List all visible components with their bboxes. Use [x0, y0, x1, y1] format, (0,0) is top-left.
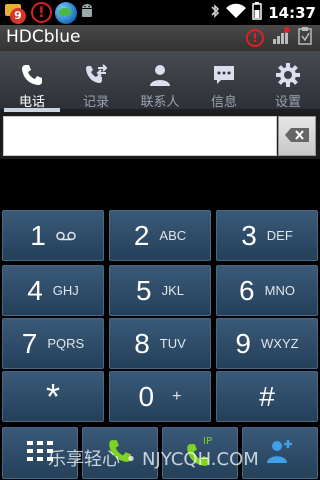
add-contact-icon: [266, 438, 294, 468]
bottom-action-bar: IP: [0, 425, 320, 480]
tab-label: 联系人: [140, 95, 180, 110]
phone-icon: [20, 63, 44, 87]
clock: 14:37: [268, 3, 316, 22]
key-digit: 6: [239, 274, 255, 306]
tab-label: 信息: [210, 95, 237, 110]
keypad: 1 2 ABC 3 DEF 4 GHJ 5 JKL 6 MNO 7 PQRS 8…: [0, 208, 320, 426]
key-digit: #: [259, 380, 275, 412]
key-2[interactable]: 2 ABC: [109, 210, 211, 261]
key-letters: WXYZ: [261, 336, 299, 351]
key-letters: JKL: [161, 283, 184, 298]
call-icon: [107, 438, 133, 468]
key-letters: ABC: [159, 228, 187, 243]
add-contact-button[interactable]: [242, 427, 318, 479]
gear-icon: [276, 63, 300, 87]
tab-settings[interactable]: 设置: [256, 51, 320, 110]
tab-bar: 电话 记录 联系人 信息 设置: [0, 51, 320, 112]
key-3[interactable]: 3 DEF: [216, 210, 318, 261]
tab-label: 电话: [18, 95, 45, 110]
globe-icon: [55, 1, 77, 24]
key-letters: GHJ: [52, 283, 79, 298]
key-5[interactable]: 5 JKL: [109, 265, 211, 316]
contact-icon: [148, 63, 172, 87]
number-input[interactable]: [3, 116, 277, 156]
key-digit: 0: [138, 380, 155, 412]
wifi-icon: [226, 3, 247, 23]
tab-messages[interactable]: 信息: [192, 51, 256, 110]
key-letters: TUV: [159, 336, 186, 351]
number-display-bar: [0, 112, 320, 159]
voicemail-icon: [56, 226, 76, 245]
key-star[interactable]: *: [2, 371, 104, 422]
ip-call-button[interactable]: IP: [162, 427, 238, 479]
key-digit: 3: [241, 219, 257, 251]
status-bar-right: 14:37: [210, 0, 316, 25]
signal-icon: [272, 27, 290, 49]
key-digit: 8: [134, 327, 150, 359]
battery-icon: [252, 1, 262, 24]
app-title: HDCblue: [6, 27, 81, 47]
key-hash[interactable]: #: [216, 371, 318, 422]
key-9[interactable]: 9 WXYZ: [216, 318, 318, 369]
key-digit: 1: [30, 219, 46, 251]
key-6[interactable]: 6 MNO: [216, 265, 318, 316]
key-digit: 4: [27, 274, 43, 306]
call-button[interactable]: [82, 427, 158, 479]
dialpad-icon: [27, 441, 53, 465]
ip-label: IP: [203, 436, 212, 447]
key-digit: 9: [235, 327, 251, 359]
title-bar: HDCblue !: [0, 25, 320, 51]
clipboard-icon: [298, 27, 312, 49]
alert-icon: !: [31, 2, 52, 23]
key-letters: MNO: [264, 283, 295, 298]
android-icon: [80, 3, 94, 23]
backspace-icon: [285, 127, 309, 146]
bluetooth-icon: [210, 3, 220, 23]
status-bar-left: 9 !: [4, 1, 94, 24]
tab-label: 设置: [274, 95, 301, 110]
ip-call-icon: IP: [185, 436, 215, 468]
dialpad-button[interactable]: [2, 427, 78, 479]
key-letters: DEF: [266, 228, 293, 243]
alert-icon: !: [246, 29, 264, 47]
key-digit: 7: [21, 327, 38, 359]
key-7[interactable]: 7 PQRS: [2, 318, 104, 369]
status-bar: 9 ! 14:37: [0, 0, 320, 25]
tab-label: 记录: [82, 95, 109, 110]
key-1[interactable]: 1: [2, 210, 104, 261]
notification-count: 9: [10, 7, 26, 24]
key-digit: *: [45, 375, 60, 417]
key-8[interactable]: 8 TUV: [109, 318, 211, 369]
title-bar-icons: !: [246, 27, 312, 49]
key-digit: 5: [136, 274, 152, 306]
tab-contacts[interactable]: 联系人: [128, 51, 192, 110]
key-letters: PQRS: [47, 336, 85, 351]
key-0[interactable]: 0 +: [109, 371, 211, 422]
message-icon: [212, 63, 236, 87]
call-log-icon: [84, 63, 108, 87]
key-letters: +: [172, 387, 182, 405]
notification-badge-icon: 9: [4, 2, 28, 24]
key-digit: 2: [133, 219, 150, 251]
backspace-button[interactable]: [278, 116, 316, 156]
tab-call-log[interactable]: 记录: [64, 51, 128, 110]
tab-phone[interactable]: 电话: [0, 51, 64, 112]
key-4[interactable]: 4 GHJ: [2, 265, 104, 316]
